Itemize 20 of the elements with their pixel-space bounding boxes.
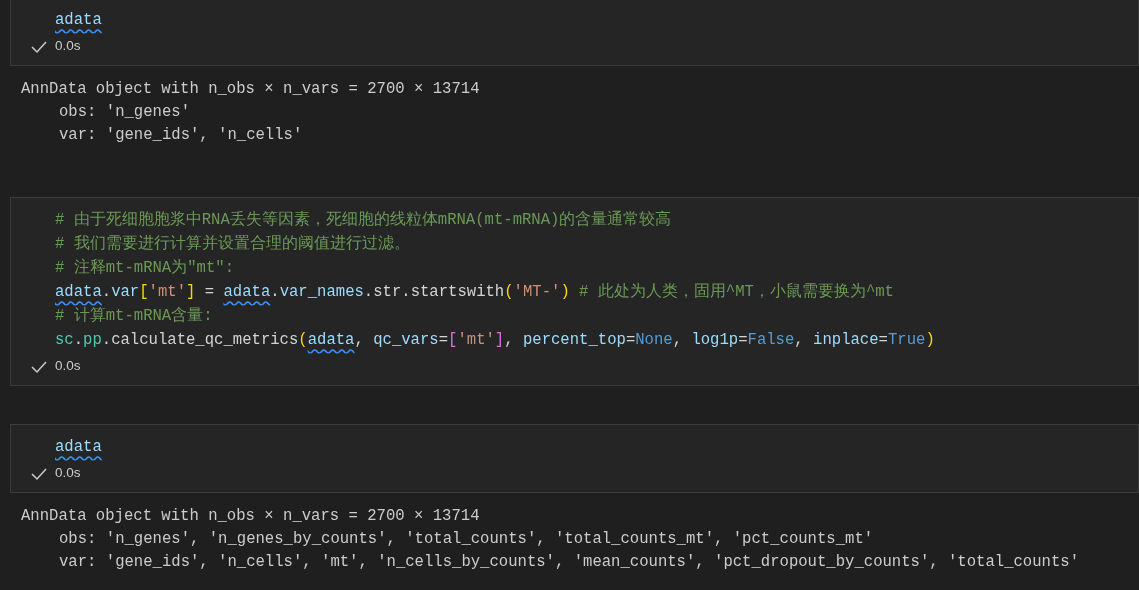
code-line: # 注释mt-mRNA为"mt": [55, 257, 235, 279]
output-line: obs: 'n_genes' [58, 102, 191, 123]
code-line: adata.var['mt'] = adata.var_names.str.startswith('MT-') # 此处为人类，固用^MT，小鼠需要换为^mt [55, 282, 895, 303]
code-line: adata [55, 437, 103, 458]
code-line: sc.pp.calculate_qc_metrics(adata, qc_vars=['mt'], percent_top=None, log1p=False, inplace=True) [55, 330, 936, 351]
output-line: AnnData object with n_obs × n_vars = 2700 × 13714 [21, 506, 481, 527]
code-cell[interactable] [10, 197, 1139, 386]
output-line: var: 'gene_ids', 'n_cells', 'mt', 'n_cells_by_counts', 'mean_counts', 'pct_dropout_by_counts', 'total_counts' [58, 552, 1080, 573]
output-line: obs: 'n_genes', 'n_genes_by_counts', 'total_counts', 'total_counts_mt', 'pct_counts_mt' [58, 529, 875, 550]
code-line: # 计算mt-mRNA含量: [55, 306, 214, 327]
output-line: var: 'gene_ids', 'n_cells' [58, 125, 304, 146]
code-line: adata [55, 10, 103, 31]
execution-time: 0.0s [55, 37, 81, 56]
code-cell[interactable]: adata 0.0s [10, 0, 1139, 66]
output-line: AnnData object with n_obs × n_vars = 2700 × 13714 [21, 79, 481, 100]
code-line: # 由于死细胞胞浆中RNA丢失等因素，死细胞的线粒体mRNA(mt-mRNA)的含量通常较高 [55, 209, 673, 231]
code-cell[interactable]: adata 0.0s [10, 424, 1139, 493]
execution-time: 0.0s [55, 464, 81, 483]
code-line: # 我们需要进行计算并设置合理的阈值进行过滤。 [55, 233, 411, 255]
execution-time: 0.0s [55, 357, 81, 376]
